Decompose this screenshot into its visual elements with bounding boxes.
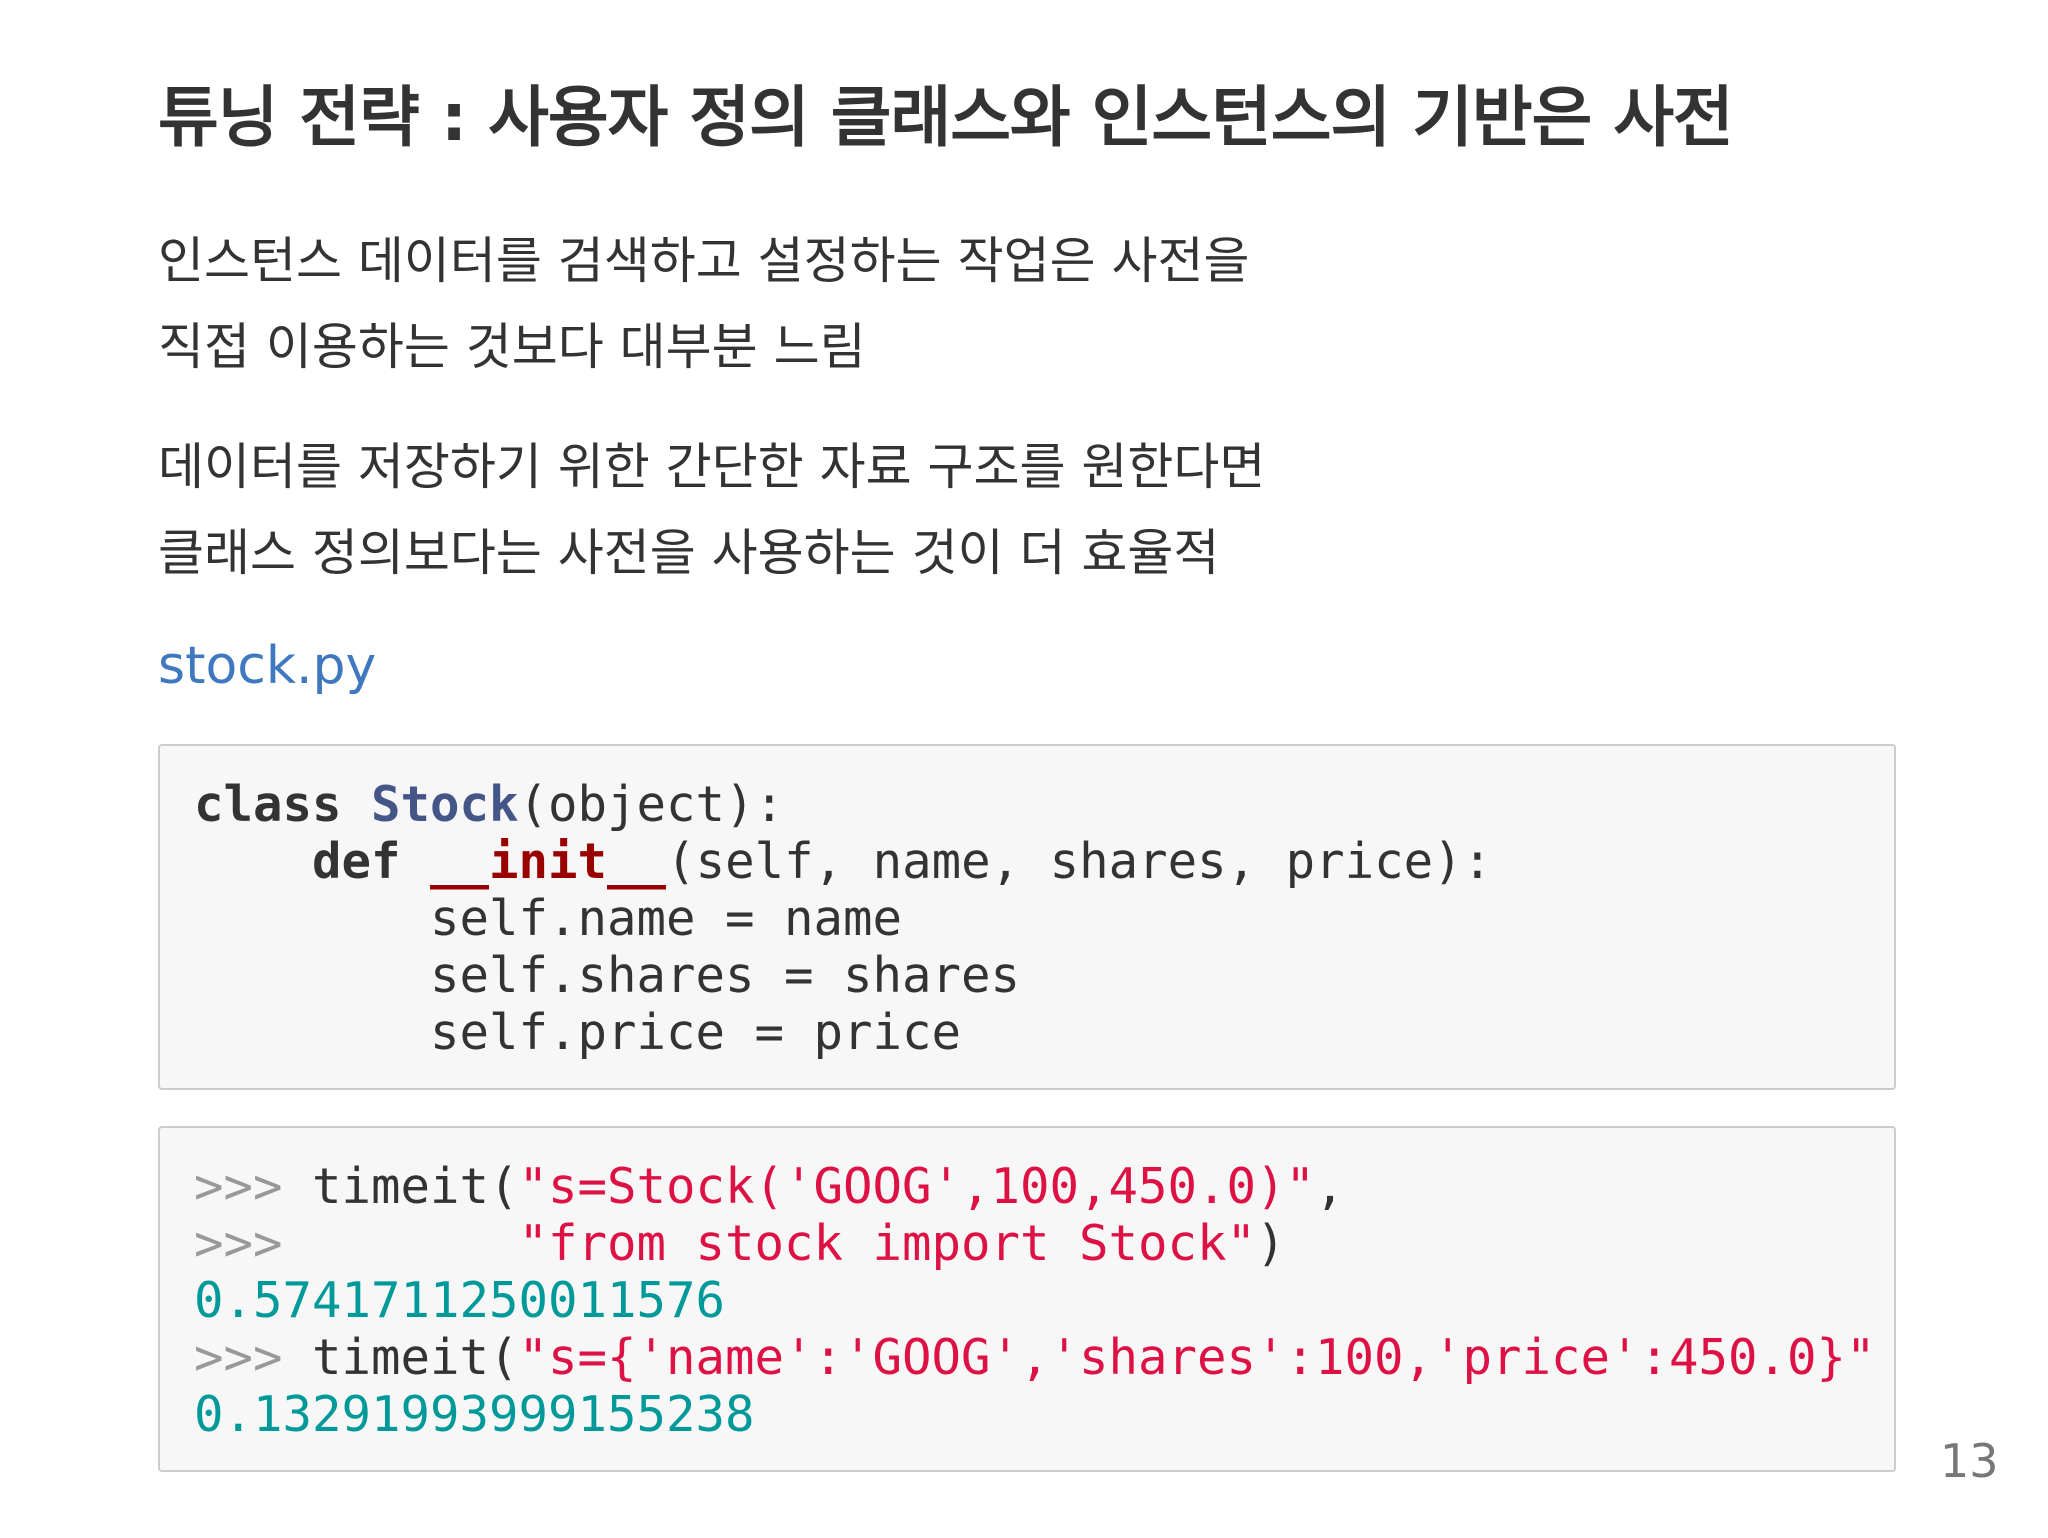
paragraph-line: 인스턴스 데이터를 검색하고 설정하는 작업은 사전을 [158, 232, 1250, 290]
output-number: 0.5741711250011576 [194, 1272, 726, 1329]
code-text: class Stock(object): def __init__(self, … [194, 776, 1492, 1061]
paragraph-line: 클래스 정의보다는 사전을 사용하는 것이 더 효율적 [158, 524, 1220, 582]
paragraph-line: 직접 이용하는 것보다 대부분 느림 [158, 318, 866, 376]
page-number: 13 [1940, 1434, 1999, 1488]
console-prompt: >>> [194, 1329, 283, 1386]
paragraph-dict-speed: 인스턴스 데이터를 검색하고 설정하는 작업은 사전을 직접 이용하는 것보다 … [158, 218, 1249, 390]
stock-py-link[interactable]: stock.py [158, 636, 376, 696]
code-line: self.shares = shares [194, 947, 1021, 1004]
code-line: >>> timeit("s={'name':'GOOG','shares':10… [194, 1329, 1876, 1386]
slide-title: 튜닝 전략 : 사용자 정의 클래스와 인스턴스의 기반은 사전 [158, 79, 1734, 156]
code-token: timeit( [282, 1158, 519, 1215]
output-number: 0.13291993999155238 [194, 1386, 755, 1443]
function-name-token: __init__ [430, 833, 667, 890]
code-line: >>> timeit("s=Stock('GOOG',100,450.0)", [194, 1158, 1345, 1215]
code-token: (self, name, shares, price): [666, 833, 1493, 890]
code-line: >>> "from stock import Stock") [194, 1215, 1286, 1272]
code-token: (object): [518, 776, 785, 833]
paragraph-line: 데이터를 저장하기 위한 간단한 자료 구조를 원한다면 [158, 438, 1266, 496]
code-text: >>> timeit("s=Stock('GOOG',100,450.0)", … [194, 1158, 1876, 1443]
paragraph-dict-efficiency: 데이터를 저장하기 위한 간단한 자료 구조를 원한다면 클래스 정의보다는 사… [158, 424, 1265, 596]
code-token: timeit( [282, 1329, 519, 1386]
string-token: "s={'name':'GOOG','shares':100,'price':4… [518, 1329, 1876, 1386]
timeit-console-code-block: >>> timeit("s=Stock('GOOG',100,450.0)", … [158, 1126, 1896, 1472]
class-definition-code-block: class Stock(object): def __init__(self, … [158, 744, 1896, 1090]
string-token: "s=Stock('GOOG',100,450.0)" [518, 1158, 1316, 1215]
code-line: self.price = price [194, 1004, 962, 1061]
console-prompt: >>> [194, 1158, 283, 1215]
code-line: self.name = name [194, 890, 903, 947]
keyword-token: def [312, 833, 401, 890]
code-token: ) [1256, 1215, 1286, 1272]
code-line: class Stock(object): [194, 776, 784, 833]
string-token: "from stock import Stock" [518, 1215, 1257, 1272]
code-line: def __init__(self, name, shares, price): [194, 833, 1492, 890]
keyword-token: class [194, 776, 342, 833]
console-prompt: >>> [194, 1215, 283, 1272]
code-token: , [1315, 1158, 1345, 1215]
class-name-token: Stock [371, 776, 519, 833]
